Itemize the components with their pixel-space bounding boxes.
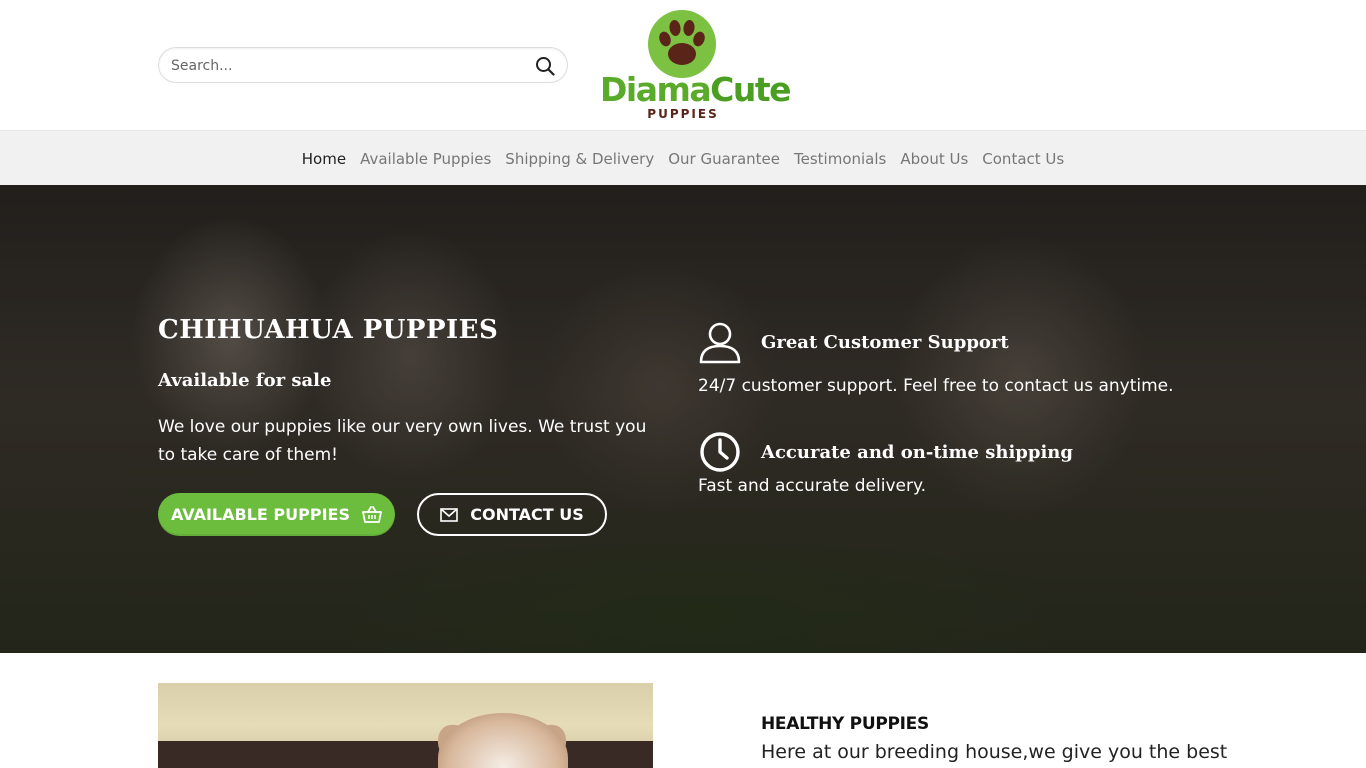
feature-description: 24/7 customer support. Feel free to cont… [698,376,1174,396]
site-logo[interactable]: DiamaCute PUPPIES [600,8,792,124]
feature-description: Fast and accurate delivery. [698,476,927,496]
photo-background [158,741,653,768]
logo-wordmark-part2: Cute [710,70,791,109]
available-puppies-button[interactable]: AVAILABLE PUPPIES [158,493,395,536]
main-nav: Home Available Puppies Shipping & Delive… [0,130,1366,185]
nav-list: Home Available Puppies Shipping & Delive… [0,131,1366,186]
puppy-head [438,713,568,768]
envelope-icon [440,507,459,522]
search-input[interactable] [171,56,521,76]
site-header: DiamaCute PUPPIES [0,0,1366,130]
clock-icon [700,432,740,472]
section-text: Here at our breeding house,we give you t… [761,741,1228,763]
section-title: HEALTHY PUPPIES [761,714,929,734]
logo-badge [648,10,716,78]
nav-item-our-guarantee[interactable]: Our Guarantee [661,150,787,168]
search-box [158,47,568,83]
basket-icon [362,505,382,523]
nav-item-testimonials[interactable]: Testimonials [787,150,893,168]
hero-banner: CHIHUAHUA PUPPIES Available for sale We … [0,185,1366,653]
paw-icon [659,20,705,65]
search-icon[interactable] [533,54,557,78]
nav-item-contact-us[interactable]: Contact Us [975,150,1071,168]
hero-content: CHIHUAHUA PUPPIES Available for sale We … [0,185,1366,653]
logo-wordmark-part1: Diama [600,70,712,109]
feature-customer-support: Great Customer Support 24/7 customer sup… [698,320,1218,410]
logo-wordmark: DiamaCute [600,70,792,109]
logo-subtitle: PUPPIES [647,107,719,121]
contact-us-button[interactable]: CONTACT US [417,493,607,536]
nav-item-home[interactable]: Home [295,150,353,168]
feature-title: Accurate and on-time shipping [761,442,1073,463]
feature-shipping: Accurate and on-time shipping Fast and a… [698,430,1218,520]
nav-item-available-puppies[interactable]: Available Puppies [353,150,498,168]
puppy-photo [158,683,653,768]
hero-lead-text: We love our puppies like our very own li… [158,417,647,465]
user-icon [699,322,741,364]
nav-item-about-us[interactable]: About Us [893,150,975,168]
available-puppies-button-label: AVAILABLE PUPPIES [171,505,350,524]
feature-title: Great Customer Support [761,332,1009,353]
hero-title: CHIHUAHUA PUPPIES [158,315,499,345]
nav-item-shipping-delivery[interactable]: Shipping & Delivery [498,150,661,168]
contact-us-button-label: CONTACT US [470,505,584,524]
hero-subtitle: Available for sale [158,370,332,391]
